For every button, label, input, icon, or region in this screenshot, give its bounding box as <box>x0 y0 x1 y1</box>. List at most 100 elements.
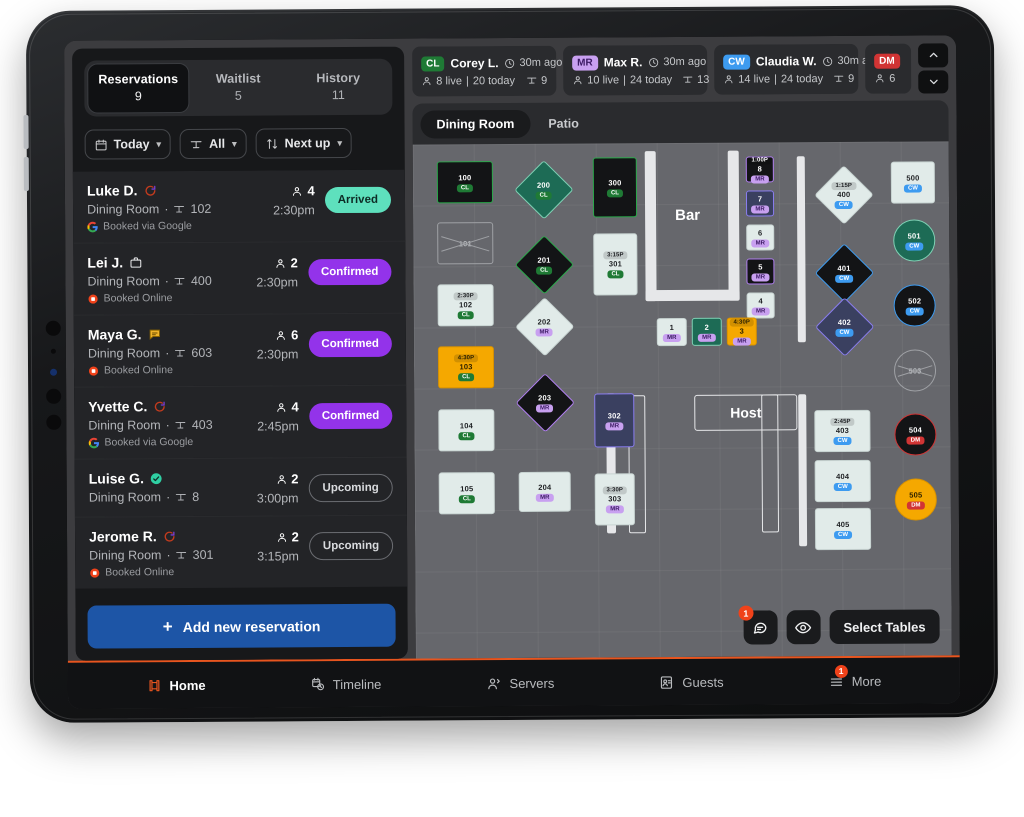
reservation-row[interactable]: Luise G. Dining Room · 8 2 3:00pm Upcoming <box>74 456 407 517</box>
nav-home[interactable]: Home <box>146 677 206 693</box>
status-badge[interactable]: Confirmed <box>308 330 392 358</box>
floor-table-201[interactable]: 201 CL <box>514 235 575 295</box>
reservation-list[interactable]: Luke D. Dining Room · 102 Booked via Google 4… <box>72 169 408 661</box>
status-badge[interactable]: Upcoming <box>308 473 393 503</box>
reservation-party-size: 2 <box>246 471 299 487</box>
floor-table-8[interactable]: 1:00P 8 MR <box>745 155 774 184</box>
person-icon <box>723 74 734 85</box>
nav-timeline[interactable]: Timeline <box>311 676 381 692</box>
separator-dot: · <box>166 548 171 563</box>
floor-table-302[interactable]: 302 MR <box>594 393 635 448</box>
floor-table-301[interactable]: 3:15P 301 CL <box>593 233 638 296</box>
floor-table-101[interactable]: 101 <box>437 222 494 265</box>
reservation-main: Jerome R. Dining Room · 301 Booked Online <box>89 528 247 579</box>
filter-next-up[interactable]: Next up ▾ <box>255 127 353 159</box>
room-tab-patio[interactable]: Patio <box>532 109 595 137</box>
floor-table-200[interactable]: 200 CL <box>514 160 574 220</box>
status-badge[interactable]: Arrived <box>324 186 392 214</box>
reservation-row[interactable]: Jerome R. Dining Room · 301 Booked Online 2 3:… <box>74 514 408 589</box>
select-tables-button[interactable]: Select Tables <box>829 609 940 645</box>
filter-label: All <box>209 136 226 151</box>
floor-table-502[interactable]: 502 CW <box>893 284 936 327</box>
reservation-right: 4 2:45pm Confirmed <box>247 397 393 434</box>
floor-table-504[interactable]: 504 DM <box>894 413 937 456</box>
table-icon <box>175 419 187 431</box>
floor-table-405[interactable]: 405 CW <box>814 507 872 551</box>
nav-more[interactable]: More 1 <box>829 664 881 688</box>
status-badge[interactable]: Upcoming <box>308 531 394 561</box>
floor-table-2[interactable]: 2 MR <box>691 317 722 346</box>
reservation-room: Dining Room <box>89 548 162 563</box>
room-tab-dining-room[interactable]: Dining Room <box>420 109 531 139</box>
list-tabs: Reservations 9 Waitlist 5 History 11 <box>84 58 393 117</box>
floor-table-500[interactable]: 500 CW <box>890 161 936 204</box>
volume-button-top[interactable] <box>23 114 29 149</box>
server-name: Max R. <box>603 55 643 70</box>
visibility-button[interactable] <box>786 610 821 645</box>
floor-table-300[interactable]: 300 CL <box>592 157 638 218</box>
floor-table-505[interactable]: 505 DM <box>894 478 937 521</box>
server-card[interactable]: CW Claudia W. 30m ago 14 live | 24 today 9 <box>714 43 880 95</box>
tab-waitlist[interactable]: Waitlist 5 <box>188 63 288 112</box>
add-new-reservation-button[interactable]: + Add new reservation <box>87 603 396 649</box>
floor-table-4[interactable]: 4 MR <box>746 292 775 319</box>
nav-guests[interactable]: Guests <box>659 674 724 689</box>
divider: | <box>465 74 469 87</box>
status-badge[interactable]: Confirmed <box>308 402 393 430</box>
camera-dot-1 <box>45 320 61 336</box>
floor-table-202[interactable]: 202 MR <box>515 297 575 357</box>
floor-table-400[interactable]: 1:15P 400 CW <box>814 165 874 225</box>
floor-table-6[interactable]: 6 MR <box>746 224 775 251</box>
chevron-down-icon[interactable] <box>918 69 949 94</box>
reservation-row[interactable]: Yvette C. Dining Room · 403 Booked via Googl… <box>74 384 407 459</box>
floor-table-403[interactable]: 2:45P 403 CW <box>814 409 871 453</box>
floor-table-102[interactable]: 2:30P 102 CL <box>437 284 494 327</box>
floor-table-103[interactable]: 4:30P 103 CL <box>437 346 495 389</box>
reservation-source-label: Booked Online <box>105 566 175 579</box>
floor-table-3[interactable]: 4:30P 3 MR <box>726 317 757 346</box>
server-card[interactable]: MR Max R. 30m ago 10 live | 24 today 13 <box>563 44 709 96</box>
table-number: 203 <box>538 393 552 403</box>
server-card[interactable]: CL Corey L. 30m ago 8 live | 20 today 9 <box>412 45 562 97</box>
reservation-table-number: 403 <box>191 417 213 432</box>
floor-table-104[interactable]: 104 CL <box>438 409 495 452</box>
reservation-meta: 2 2:30pm <box>246 255 298 289</box>
floor-table-402[interactable]: 402 CW <box>815 297 875 357</box>
chevron-up-icon[interactable] <box>918 43 949 68</box>
floor-table-100[interactable]: 100 CL <box>436 161 494 204</box>
floor-table-5[interactable]: 5 MR <box>746 258 775 285</box>
reservation-guest-name: Lei J. <box>87 254 124 271</box>
floor-table-501[interactable]: 501 CW <box>893 219 936 262</box>
reservation-row[interactable]: Lei J. Dining Room · 400 Booked Online 2 2:30p… <box>73 240 406 315</box>
floor-table-503[interactable]: 503 <box>893 349 937 392</box>
party-size-value: 2 <box>291 471 299 487</box>
table-number: 400 <box>837 189 851 199</box>
floor-table-203[interactable]: 203 MR <box>515 373 575 433</box>
reservation-row[interactable]: Luke D. Dining Room · 102 Booked via Google 4… <box>72 169 406 243</box>
table-number: 5 <box>758 261 763 271</box>
select-tables-label: Select Tables <box>843 618 926 635</box>
chat-button[interactable]: 1 <box>738 605 778 645</box>
tab-history[interactable]: History 11 <box>288 63 388 112</box>
wall-right-divider-lower <box>798 394 808 547</box>
nav-servers[interactable]: Servers <box>486 675 554 691</box>
server-card[interactable]: DM 6 <box>865 43 912 94</box>
table-server-badge: CW <box>905 306 924 316</box>
filter-today[interactable]: Today ▾ <box>84 129 172 160</box>
floor-table-105[interactable]: 105 CL <box>438 472 495 515</box>
floorplan-canvas[interactable]: Host 1 Select Tables 100 CL 101 2:30P 102 CL 4:… <box>412 141 952 659</box>
floor-table-401[interactable]: 401 CW <box>814 243 875 303</box>
volume-button-bottom[interactable] <box>23 156 29 191</box>
tab-reservations[interactable]: Reservations 9 <box>88 63 189 113</box>
reservation-row[interactable]: Maya G. Dining Room · 603 Booked Online 6 2:30… <box>73 312 407 387</box>
floor-table-404[interactable]: 404 CW <box>814 459 871 503</box>
server-cards-scroller[interactable]: CL Corey L. 30m ago 8 live | 20 today 9 MR Max R… <box>412 43 912 97</box>
floor-table-204[interactable]: 204 MR <box>518 471 571 512</box>
status-badge[interactable]: Confirmed <box>307 258 392 286</box>
floor-table-303[interactable]: 3:30P 303 MR <box>594 473 635 526</box>
table-number: 403 <box>835 425 849 435</box>
filter-all[interactable]: All ▾ <box>179 128 247 160</box>
chat-icon <box>752 619 769 636</box>
floor-table-7[interactable]: 7 MR <box>745 190 775 217</box>
floor-table-1[interactable]: 1 MR <box>656 317 687 347</box>
